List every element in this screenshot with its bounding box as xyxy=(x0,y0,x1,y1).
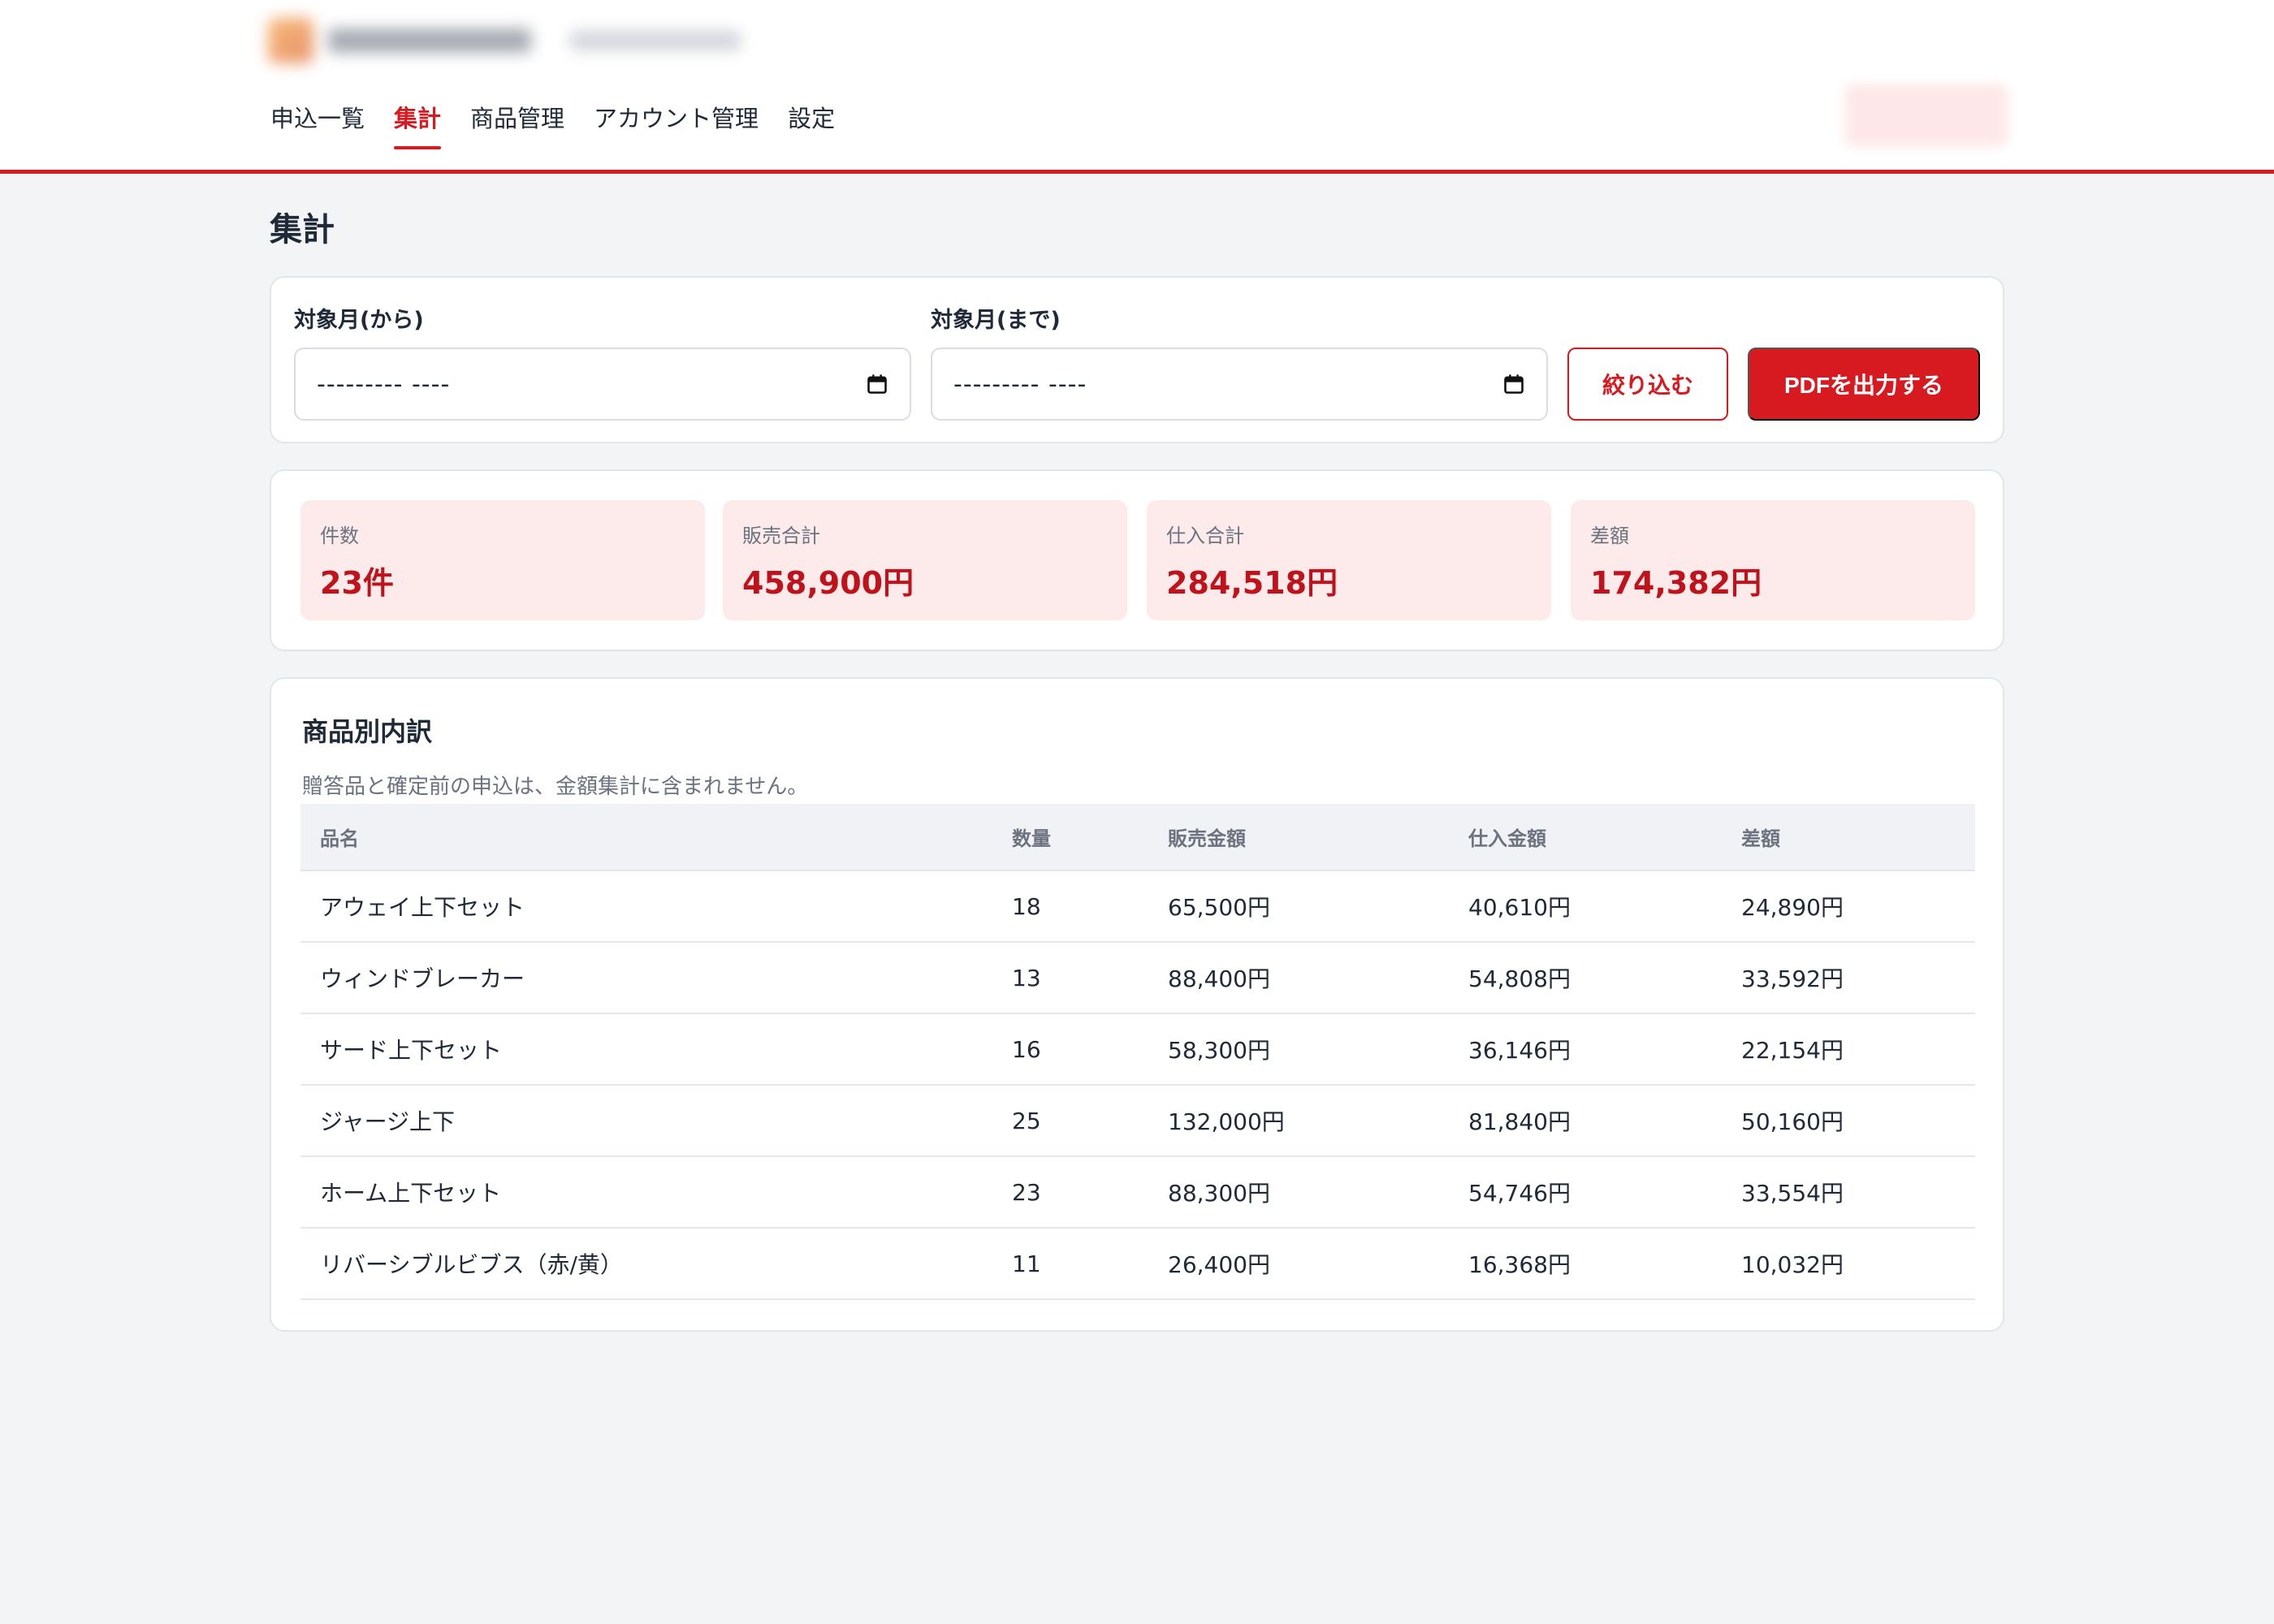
to-month-value: --------- ---- xyxy=(953,369,1087,399)
nav-item-products[interactable]: 商品管理 xyxy=(470,96,564,145)
brand[interactable] xyxy=(268,18,755,63)
cell-cost: 36,146円 xyxy=(1449,1013,1722,1086)
cell-margin: 24,890円 xyxy=(1722,870,1975,943)
cell-cost: 81,840円 xyxy=(1449,1085,1722,1157)
column-header-name: 品名 xyxy=(300,804,992,871)
stat-label: 件数 xyxy=(320,525,359,547)
to-month-label: 対象月(まで) xyxy=(931,308,1061,333)
nav-item-applications[interactable]: 申込一覧 xyxy=(270,96,365,145)
stat-label: 差額 xyxy=(1590,525,1629,547)
stat-label: 仕入合計 xyxy=(1166,525,1244,547)
table-row: サード上下セット 16 58,300円 36,146円 22,154円 xyxy=(300,1013,1975,1086)
export-pdf-button[interactable]: PDFを出力する xyxy=(1748,348,1980,421)
cell-margin: 22,154円 xyxy=(1722,1013,1975,1086)
column-header-sales: 販売金額 xyxy=(1148,804,1449,871)
cell-product-name: ウィンドブレーカー xyxy=(300,942,992,1014)
nav-item-summary[interactable]: 集計 xyxy=(394,96,442,149)
top-header: 申込一覧 集計 商品管理 アカウント管理 設定 xyxy=(0,0,2274,174)
cell-sales: 88,400円 xyxy=(1148,942,1449,1014)
cell-qty: 18 xyxy=(992,870,1148,943)
page-title: 集計 xyxy=(270,211,335,248)
logout-button-redacted[interactable] xyxy=(1845,84,2008,146)
cell-product-name: ホーム上下セット xyxy=(300,1156,992,1229)
table-row: ホーム上下セット 23 88,300円 54,746円 33,554円 xyxy=(300,1156,1975,1229)
to-month-input[interactable]: --------- ---- xyxy=(931,348,1548,421)
cell-margin: 50,160円 xyxy=(1722,1085,1975,1157)
table-row: ウィンドブレーカー 13 88,400円 54,808円 33,592円 xyxy=(300,942,1975,1014)
column-header-cost: 仕入金額 xyxy=(1449,804,1722,871)
app-logo-icon xyxy=(268,18,313,63)
stat-value: 458,900円 xyxy=(742,565,914,601)
calendar-icon[interactable] xyxy=(1502,373,1525,395)
stat-sales-total: 販売合計 458,900円 xyxy=(723,500,1127,620)
cell-qty: 25 xyxy=(992,1085,1148,1157)
section-title: 商品別内訳 xyxy=(302,716,433,747)
cell-product-name: リバーシブルビブス（赤/黄） xyxy=(300,1228,992,1300)
cell-product-name: アウェイ上下セット xyxy=(300,870,992,943)
cell-product-name: サード上下セット xyxy=(300,1013,992,1086)
table-header-row: 品名 数量 販売金額 仕入金額 差額 xyxy=(300,804,1975,871)
cell-sales: 65,500円 xyxy=(1148,870,1449,943)
cell-product-name: ジャージ上下 xyxy=(300,1085,992,1157)
cell-qty: 11 xyxy=(992,1228,1148,1300)
cell-cost: 54,746円 xyxy=(1449,1156,1722,1229)
product-breakdown-panel: 商品別内訳 贈答品と確定前の申込は、金額集計に含まれません。 品名 数量 販売金… xyxy=(270,677,2004,1332)
nav-item-accounts[interactable]: アカウント管理 xyxy=(594,96,759,145)
table-row: リバーシブルビブス（赤/黄） 11 26,400円 16,368円 10,032… xyxy=(300,1228,1975,1300)
nav-item-settings[interactable]: 設定 xyxy=(788,96,835,145)
cell-sales: 58,300円 xyxy=(1148,1013,1449,1086)
stat-count: 件数 23件 xyxy=(300,500,705,620)
cell-qty: 13 xyxy=(992,942,1148,1014)
stat-cost-total: 仕入合計 284,518円 xyxy=(1147,500,1551,620)
main-nav: 申込一覧 集計 商品管理 アカウント管理 設定 xyxy=(270,96,835,149)
column-header-margin: 差額 xyxy=(1722,804,1975,871)
cell-sales: 88,300円 xyxy=(1148,1156,1449,1229)
from-month-label: 対象月(から) xyxy=(294,308,424,333)
stat-value: 284,518円 xyxy=(1166,565,1338,601)
cell-qty: 23 xyxy=(992,1156,1148,1229)
cell-margin: 33,592円 xyxy=(1722,942,1975,1014)
from-month-input[interactable]: --------- ---- xyxy=(294,348,911,421)
cell-margin: 10,032円 xyxy=(1722,1228,1975,1300)
stat-value: 23件 xyxy=(320,565,394,601)
stat-value: 174,382円 xyxy=(1590,565,1762,601)
from-month-value: --------- ---- xyxy=(317,369,451,399)
filter-button[interactable]: 絞り込む xyxy=(1567,348,1728,421)
cell-sales: 26,400円 xyxy=(1148,1228,1449,1300)
breakdown-note: 贈答品と確定前の申込は、金額集計に含まれません。 xyxy=(302,775,809,799)
cell-sales: 132,000円 xyxy=(1148,1085,1449,1157)
cell-cost: 54,808円 xyxy=(1449,942,1722,1014)
stat-margin: 差額 174,382円 xyxy=(1571,500,1975,620)
calendar-icon[interactable] xyxy=(866,373,888,395)
filter-panel: 対象月(から) --------- ---- 対象月(まで) ---------… xyxy=(270,276,2004,443)
brand-name-redacted xyxy=(328,28,531,53)
summary-stats: 件数 23件 販売合計 458,900円 仕入合計 284,518円 差額 17… xyxy=(270,469,2004,651)
cell-cost: 40,610円 xyxy=(1449,870,1722,943)
table-row: ジャージ上下 25 132,000円 81,840円 50,160円 xyxy=(300,1085,1975,1157)
cell-qty: 16 xyxy=(992,1013,1148,1086)
brand-subtitle-redacted xyxy=(570,31,741,50)
table-row: アウェイ上下セット 18 65,500円 40,610円 24,890円 xyxy=(300,870,1975,943)
cell-cost: 16,368円 xyxy=(1449,1228,1722,1300)
column-header-qty: 数量 xyxy=(992,804,1148,871)
breakdown-table: 品名 数量 販売金額 仕入金額 差額 アウェイ上下セット 18 65,500円 … xyxy=(300,804,1975,1300)
stat-label: 販売合計 xyxy=(742,525,820,547)
cell-margin: 33,554円 xyxy=(1722,1156,1975,1229)
